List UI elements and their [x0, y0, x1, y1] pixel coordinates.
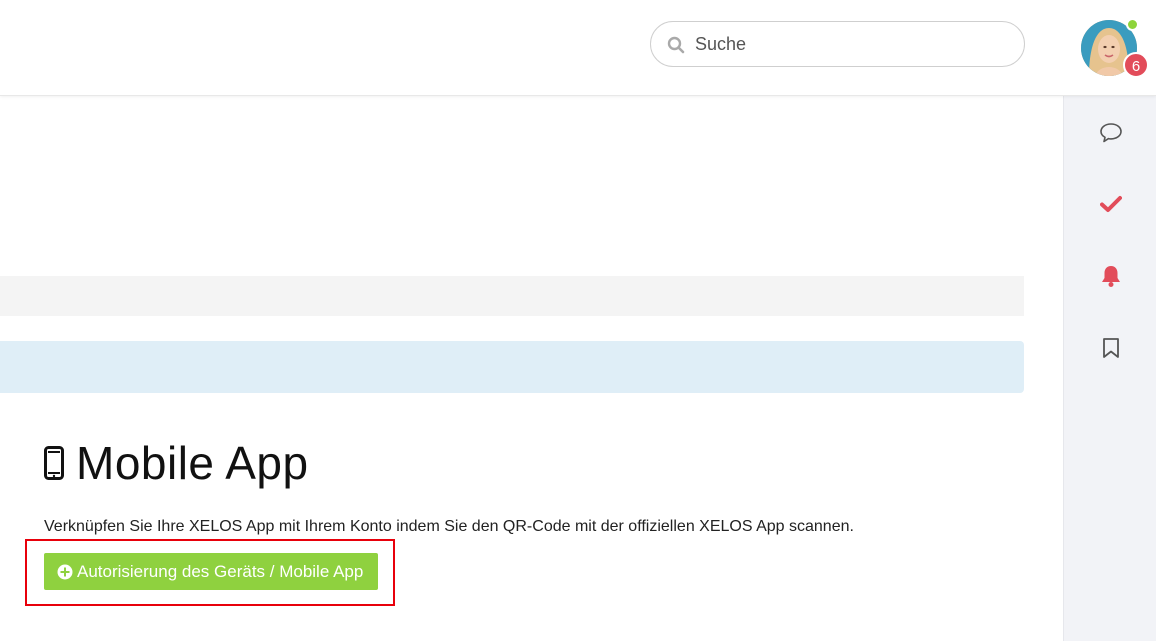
description-text: Verknüpfen Sie Ihre XELOS App mit Ihrem …	[44, 518, 854, 535]
bookmark-icon	[1103, 338, 1119, 358]
user-menu[interactable]: 6	[1081, 18, 1149, 78]
search-icon	[667, 36, 685, 54]
chat-button[interactable]	[1098, 120, 1124, 146]
search-box[interactable]	[650, 21, 1025, 67]
page-title: Mobile App	[44, 433, 309, 493]
search-input[interactable]	[695, 30, 1015, 58]
page-title-text: Mobile App	[76, 437, 309, 489]
notifications-button[interactable]	[1098, 263, 1124, 289]
mobile-phone-icon	[44, 446, 64, 480]
bell-icon	[1102, 266, 1120, 287]
checkmark-icon	[1100, 196, 1122, 212]
toolbar-strip	[0, 276, 1024, 316]
authorize-device-button[interactable]: Autorisierung des Geräts / Mobile App	[44, 553, 378, 590]
plus-circle-icon	[57, 564, 73, 579]
online-status-dot	[1126, 18, 1139, 31]
top-header: 6	[0, 0, 1156, 96]
right-sidebar	[1063, 96, 1156, 641]
info-banner	[0, 341, 1024, 393]
notification-count-badge: 6	[1123, 52, 1149, 78]
chat-bubble-icon	[1100, 123, 1122, 143]
authorize-device-label: Autorisierung des Geräts / Mobile App	[77, 561, 364, 581]
tasks-button[interactable]	[1098, 191, 1124, 217]
bookmarks-button[interactable]	[1098, 335, 1124, 361]
